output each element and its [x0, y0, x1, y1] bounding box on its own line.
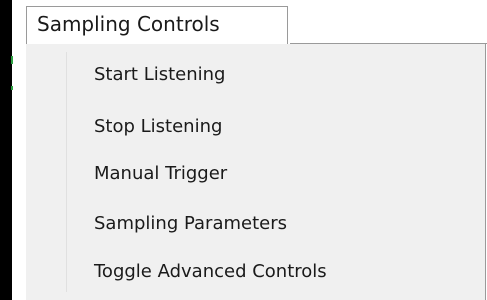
menu-item-sampling-parameters[interactable]: Sampling Parameters — [94, 202, 287, 246]
menu-item-manual-trigger[interactable]: Manual Trigger — [94, 152, 227, 196]
menu-sampling-controls[interactable]: Sampling Controls — [26, 6, 288, 44]
background-indicator-mark — [11, 56, 13, 64]
menu-item-stop-listening[interactable]: Stop Listening — [94, 105, 222, 149]
sampling-controls-dropdown: Start Listening Stop Listening Manual Tr… — [26, 44, 486, 300]
background-indicator-mark — [11, 86, 13, 90]
menu-icon-gutter — [26, 44, 66, 300]
menu-gutter-separator — [66, 52, 67, 292]
menu-bar: Sampling Controls — [12, 0, 487, 46]
menu-item-start-listening[interactable]: Start Listening — [94, 53, 225, 97]
menu-item-toggle-advanced-controls[interactable]: Toggle Advanced Controls — [94, 250, 327, 294]
background-panel-edge — [0, 0, 12, 300]
